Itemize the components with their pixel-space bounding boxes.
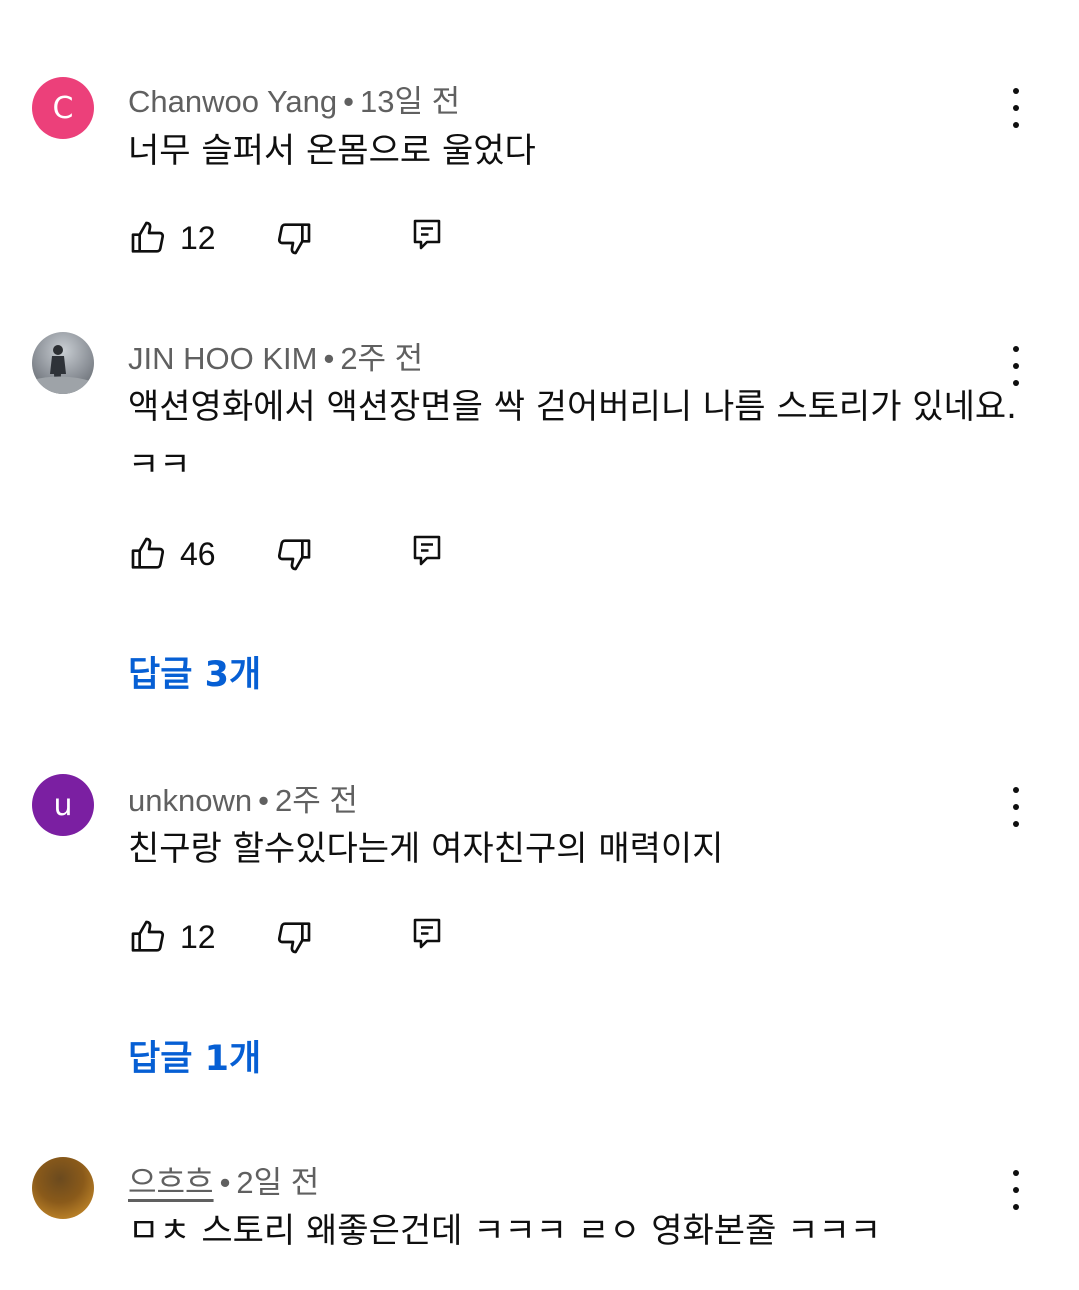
comment-meta: Chanwoo Yang • 13일 전 — [128, 76, 460, 121]
comment-meta: JIN HOO KIM • 2주 전 — [128, 333, 423, 378]
thumbs-down-icon — [277, 223, 311, 255]
dislike-button[interactable] — [274, 534, 314, 574]
like-count: 12 — [180, 220, 216, 256]
comment-actions: 12 — [128, 917, 528, 961]
avatar[interactable]: C — [32, 77, 94, 139]
dislike-button[interactable] — [274, 218, 314, 258]
meta-separator: • — [343, 84, 354, 119]
author-name[interactable]: 으흐흐 — [128, 1165, 214, 1200]
author-name[interactable]: unknown — [128, 783, 252, 818]
thumbs-up-icon — [131, 920, 165, 952]
meta-separator: • — [323, 341, 335, 376]
thumbs-down-icon — [277, 539, 311, 571]
meta-separator: • — [219, 1165, 231, 1200]
like-button[interactable] — [128, 218, 168, 258]
reply-button[interactable] — [412, 534, 442, 570]
reply-button[interactable] — [412, 917, 442, 953]
comment-time: 2주 전 — [340, 341, 424, 376]
avatar-letter: u — [53, 787, 73, 823]
avatar[interactable]: u — [32, 774, 94, 836]
comment-text: 친구랑 할수있다는게 여자친구의 매력이지 — [128, 829, 724, 869]
comment-icon — [413, 219, 441, 250]
comment-meta: unknown • 2주 전 — [128, 775, 358, 820]
thumbs-up-icon — [131, 221, 165, 253]
comment-time: 2주 전 — [274, 783, 358, 818]
like-count: 46 — [180, 536, 216, 572]
view-replies-link[interactable]: 답글 1개 — [128, 1030, 261, 1081]
comment-actions: 12 — [128, 218, 528, 262]
thumbs-up-icon — [131, 537, 165, 569]
comment-actions: 46 — [128, 534, 528, 578]
comment-meta: 으흐흐 • 2일 전 — [128, 1157, 319, 1202]
thumbs-down-icon — [277, 922, 311, 954]
author-name[interactable]: JIN HOO KIM — [128, 341, 317, 376]
comment-icon — [413, 918, 441, 949]
comment-time: 13일 전 — [360, 84, 461, 119]
comment-icon — [413, 535, 441, 566]
comment-text: ㅁㅊ 스토리 왜좋은건데 ㅋㅋㅋ ㄹㅇ 영화본줄 ㅋㅋㅋ — [128, 1211, 882, 1251]
meta-separator: • — [258, 783, 269, 818]
avatar-letter: C — [52, 90, 74, 126]
comment-text: 너무 슬퍼서 온몸으로 울었다 — [128, 131, 536, 171]
dislike-button[interactable] — [274, 917, 314, 957]
like-button[interactable] — [128, 917, 168, 957]
like-button[interactable] — [128, 534, 168, 574]
comment-time: 2일 전 — [236, 1165, 320, 1200]
avatar[interactable] — [32, 332, 94, 394]
like-count: 12 — [180, 919, 216, 955]
author-name[interactable]: Chanwoo Yang — [128, 84, 337, 119]
view-replies-link[interactable]: 답글 3개 — [128, 646, 261, 697]
reply-button[interactable] — [412, 218, 442, 254]
avatar[interactable] — [32, 1157, 94, 1219]
comment-text: 액션영화에서 액션장면을 싹 걷어버리니 나름 스토리가 있네요. ㅋㅋ — [128, 387, 1017, 485]
person-photo-icon — [32, 345, 94, 394]
